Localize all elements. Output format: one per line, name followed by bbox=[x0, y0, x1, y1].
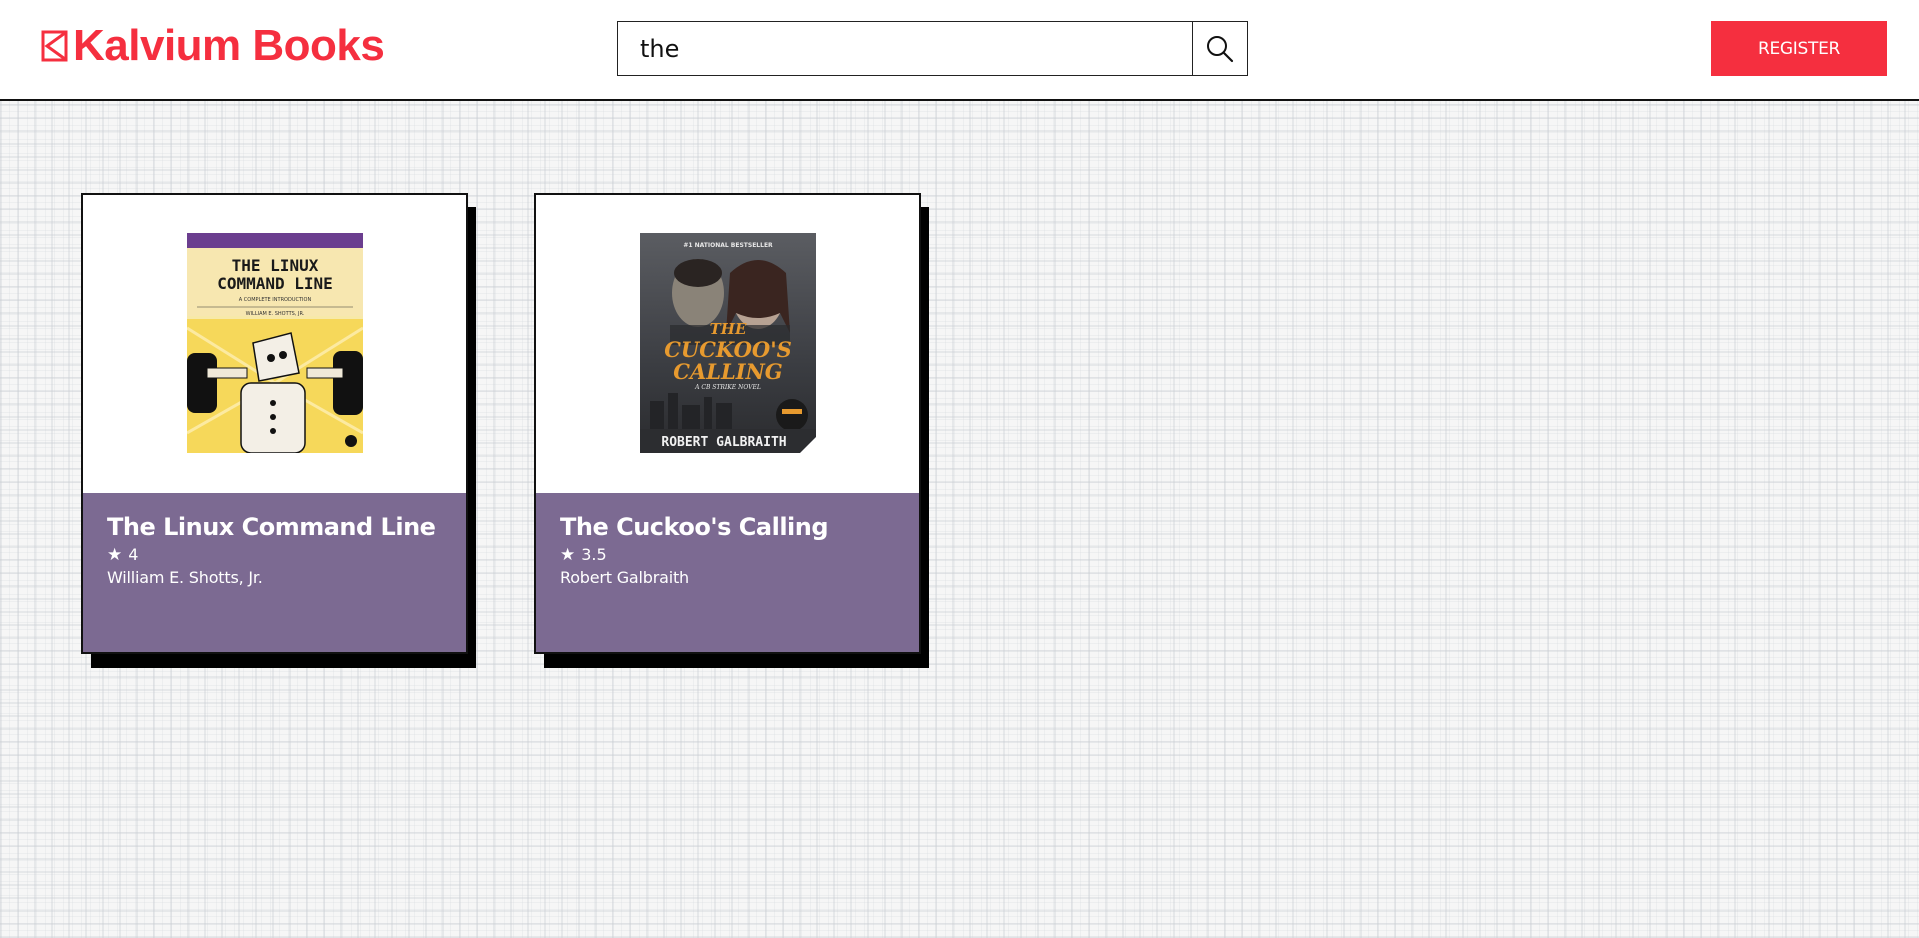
rating-value: 3.5 bbox=[581, 545, 607, 564]
star-icon: ★ bbox=[560, 544, 576, 565]
book-cover-area: THE LINUX COMMAND LINE A COMPLETE INTROD… bbox=[83, 195, 466, 493]
book-cover-area: #1 NATIONAL BESTSELLER THE CUCKOO'S CALL… bbox=[536, 195, 919, 493]
book-title: The Linux Command Line bbox=[107, 513, 436, 541]
search-bar bbox=[617, 21, 1248, 76]
svg-text:A COMPLETE INTRODUCTION: A COMPLETE INTRODUCTION bbox=[239, 297, 312, 303]
book-card-wrapper: THE LINUX COMMAND LINE A COMPLETE INTROD… bbox=[81, 193, 476, 668]
star-icon: ★ bbox=[107, 544, 123, 565]
book-author: William E. Shotts, Jr. bbox=[107, 568, 263, 587]
book-card[interactable]: #1 NATIONAL BESTSELLER THE CUCKOO'S CALL… bbox=[534, 193, 921, 654]
book-cover-image: #1 NATIONAL BESTSELLER THE CUCKOO'S CALL… bbox=[640, 233, 816, 453]
svg-text:COMMAND LINE: COMMAND LINE bbox=[217, 274, 333, 293]
svg-text:ROBERT GALBRAITH: ROBERT GALBRAITH bbox=[661, 435, 786, 450]
svg-text:WILLIAM E. SHOTTS, JR.: WILLIAM E. SHOTTS, JR. bbox=[246, 311, 305, 317]
site-header: Kalvium Books REGISTER bbox=[0, 0, 1919, 101]
book-cover-image: THE LINUX COMMAND LINE A COMPLETE INTROD… bbox=[187, 233, 363, 453]
book-card-wrapper: #1 NATIONAL BESTSELLER THE CUCKOO'S CALL… bbox=[534, 193, 929, 668]
rating-value: 4 bbox=[128, 545, 139, 564]
book-author: Robert Galbraith bbox=[560, 568, 689, 587]
search-input[interactable] bbox=[618, 22, 1192, 75]
book-info: The Cuckoo's Calling ★ 3.5 Robert Galbra… bbox=[536, 493, 919, 652]
svg-text:A CB STRIKE NOVEL: A CB STRIKE NOVEL bbox=[694, 384, 761, 391]
logo-text: Kalvium Books bbox=[73, 21, 385, 70]
svg-text:CALLING: CALLING bbox=[673, 359, 783, 384]
book-outline-icon bbox=[41, 30, 68, 62]
site-logo[interactable]: Kalvium Books bbox=[41, 21, 385, 70]
book-title: The Cuckoo's Calling bbox=[560, 513, 829, 541]
svg-text:THE: THE bbox=[710, 320, 747, 338]
magnifier-icon bbox=[1207, 35, 1234, 62]
book-rating: ★ 4 bbox=[107, 545, 442, 564]
book-card[interactable]: THE LINUX COMMAND LINE A COMPLETE INTROD… bbox=[81, 193, 468, 654]
book-info: The Linux Command Line ★ 4 William E. Sh… bbox=[83, 493, 466, 652]
register-button[interactable]: REGISTER bbox=[1711, 21, 1887, 76]
svg-text:#1 NATIONAL BESTSELLER: #1 NATIONAL BESTSELLER bbox=[683, 242, 773, 249]
svg-text:THE LINUX: THE LINUX bbox=[232, 256, 319, 275]
book-rating: ★ 3.5 bbox=[560, 545, 895, 564]
search-button[interactable] bbox=[1192, 22, 1247, 75]
